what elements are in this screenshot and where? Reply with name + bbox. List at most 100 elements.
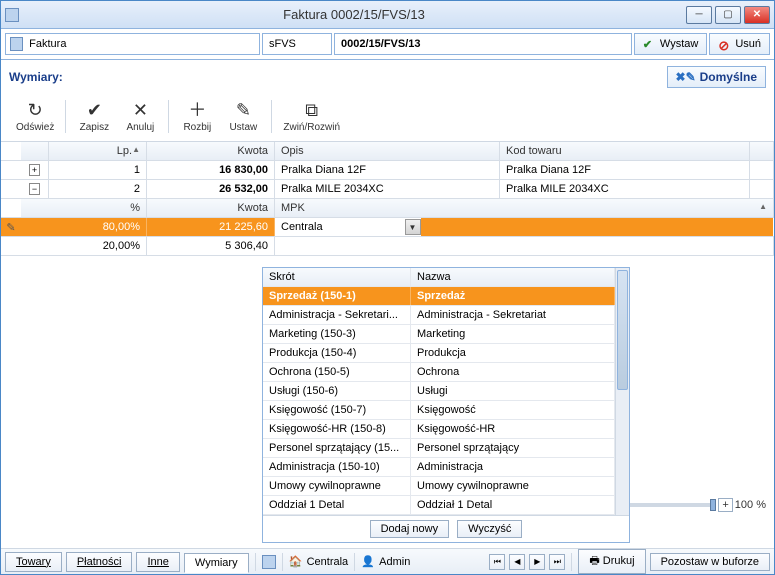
subcol-kwota[interactable]: Kwota	[147, 199, 275, 217]
save-button[interactable]: ✔ Zapisz	[74, 98, 114, 135]
dropdown-item[interactable]: Księgowość-HR (150-8)Księgowość-HR	[263, 420, 615, 439]
subcol-pct[interactable]: %	[21, 199, 147, 217]
cell-kwota: 26 532,00	[147, 180, 275, 198]
dd-item-nazwa: Administracja - Sekretariat	[411, 306, 615, 324]
minimize-button[interactable]: ─	[686, 6, 712, 24]
nav-last-button[interactable]: ⏭	[549, 554, 565, 570]
series-field[interactable]	[262, 33, 332, 55]
subgrid-row[interactable]: ✎ 80,00% 21 225,60 Centrala ▼	[1, 218, 774, 237]
dropdown-scrollbar[interactable]	[615, 268, 629, 515]
collapse-label: Zwiń/Rozwiń	[283, 122, 340, 133]
delete-button[interactable]: ⊘ Usuń	[709, 33, 770, 55]
dropdown-item[interactable]: Oddział 1 DetalOddział 1 Detal	[263, 496, 615, 515]
printer-icon: 🖶	[589, 555, 599, 567]
dropdown-item[interactable]: Księgowość (150-7)Księgowość	[263, 401, 615, 420]
tab-towary[interactable]: Towary	[5, 552, 62, 572]
plus-icon: ＋	[188, 100, 206, 120]
set-button[interactable]: ✎ Ustaw	[223, 98, 263, 135]
sort-arrow-icon: ▲	[132, 145, 140, 154]
zoom-in-button[interactable]: +	[718, 498, 732, 512]
doc-type-field[interactable]	[5, 33, 260, 55]
save-label: Zapisz	[80, 122, 109, 133]
nav-first-button[interactable]: ⏮	[489, 554, 505, 570]
dd-item-skrot: Księgowość (150-7)	[263, 401, 411, 419]
col-kwota[interactable]: Kwota	[147, 142, 275, 160]
grid-header: Lp.▲ Kwota Opis Kod towaru	[1, 142, 774, 161]
nav-prev-button[interactable]: ◀	[509, 554, 525, 570]
expand-toggle[interactable]: −	[21, 180, 49, 198]
table-row[interactable]: − 2 26 532,00 Pralka MILE 2034XC Pralka …	[1, 180, 774, 199]
buffer-button[interactable]: Pozostaw w buforze	[650, 553, 770, 571]
number-input[interactable]	[339, 37, 627, 51]
tab-platnosci[interactable]: Płatności	[66, 552, 133, 572]
section-header: Wymiary: ✖✎ Domyślne	[1, 60, 774, 94]
dd-item-nazwa: Administracja	[411, 458, 615, 476]
org-icon: 🏠	[289, 555, 303, 569]
collapse-button[interactable]: ⧉ Zwiń/Rozwiń	[280, 98, 343, 135]
dropdown-toggle[interactable]: ▼	[405, 219, 421, 235]
dd-item-skrot: Personel sprzątający (15...	[263, 439, 411, 457]
titlebar: Faktura 0002/15/FVS/13 ─ ▢ ✕	[1, 1, 774, 29]
checkmark-icon: ✔	[87, 100, 102, 120]
dropdown-item[interactable]: Administracja (150-10)Administracja	[263, 458, 615, 477]
dd-col-nazwa[interactable]: Nazwa	[411, 268, 615, 286]
dd-item-nazwa: Umowy cywilnoprawne	[411, 477, 615, 495]
dd-item-skrot: Marketing (150-3)	[263, 325, 411, 343]
scrollbar-thumb[interactable]	[617, 270, 628, 390]
dd-item-skrot: Umowy cywilnoprawne	[263, 477, 411, 495]
dropdown-item[interactable]: Administracja - Sekretari...Administracj…	[263, 306, 615, 325]
zoom-slider[interactable]	[626, 503, 716, 507]
dd-col-skrot[interactable]: Skrót	[263, 268, 411, 286]
tab-wymiary[interactable]: Wymiary	[184, 553, 249, 573]
close-button[interactable]: ✕	[744, 6, 770, 24]
mpk-value: Centrala	[275, 218, 405, 236]
maximize-button[interactable]: ▢	[715, 6, 741, 24]
dd-item-skrot: Księgowość-HR (150-8)	[263, 420, 411, 438]
cell-lp: 1	[49, 161, 147, 179]
cancel-button[interactable]: ✕ Anuluj	[120, 98, 160, 135]
subgrid-row[interactable]: 20,00% 5 306,40	[1, 237, 774, 256]
subcol-mpk[interactable]: MPK▲	[275, 199, 774, 217]
clear-button[interactable]: Wyczyść	[457, 520, 522, 538]
zoom-control[interactable]: − + 100 %	[610, 498, 766, 512]
zoom-value: 100 %	[735, 499, 766, 511]
dropdown-item[interactable]: Sprzedaż (150-1)Sprzedaż	[263, 287, 615, 306]
org-label: Centrala	[307, 556, 349, 568]
mpk-dropdown: Skrót Nazwa Sprzedaż (150-1)SprzedażAdmi…	[262, 267, 630, 543]
dropdown-item[interactable]: Ochrona (150-5)Ochrona	[263, 363, 615, 382]
section-title: Wymiary:	[9, 70, 63, 84]
table-row[interactable]: + 1 16 830,00 Pralka Diana 12F Pralka Di…	[1, 161, 774, 180]
doc-type-input[interactable]	[27, 37, 255, 51]
refresh-label: Odśwież	[16, 122, 54, 133]
series-input[interactable]	[267, 37, 327, 51]
col-opis[interactable]: Opis	[275, 142, 500, 160]
delete-button-label: Usuń	[735, 38, 761, 50]
dropdown-item[interactable]: Umowy cywilnoprawneUmowy cywilnoprawne	[263, 477, 615, 496]
refresh-button[interactable]: ↻ Odśwież	[13, 98, 57, 135]
split-button[interactable]: ＋ Rozbij	[177, 98, 217, 135]
dropdown-item[interactable]: Usługi (150-6)Usługi	[263, 382, 615, 401]
number-field[interactable]	[334, 33, 632, 55]
dd-item-skrot: Administracja (150-10)	[263, 458, 411, 476]
nav-next-button[interactable]: ▶	[529, 554, 545, 570]
cell-kwota: 21 225,60	[147, 218, 275, 236]
mpk-cell[interactable]: Centrala ▼	[275, 218, 774, 236]
dropdown-item[interactable]: Produkcja (150-4)Produkcja	[263, 344, 615, 363]
document-small-icon	[262, 555, 276, 569]
col-kod[interactable]: Kod towaru	[500, 142, 750, 160]
expand-toggle[interactable]: +	[21, 161, 49, 179]
dropdown-item[interactable]: Marketing (150-3)Marketing	[263, 325, 615, 344]
add-new-button[interactable]: Dodaj nowy	[370, 520, 449, 538]
document-icon	[10, 37, 23, 51]
print-button[interactable]: 🖶 Drukuj	[578, 549, 645, 574]
dd-item-skrot: Ochrona (150-5)	[263, 363, 411, 381]
default-button[interactable]: ✖✎ Domyślne	[667, 66, 766, 88]
dropdown-item[interactable]: Personel sprzątający (15...Personel sprz…	[263, 439, 615, 458]
cell-opis: Pralka MILE 2034XC	[275, 180, 500, 198]
tab-inne[interactable]: Inne	[136, 552, 179, 572]
wrench-icon: ✖✎	[676, 70, 696, 84]
issue-button[interactable]: ✔ Wystaw	[634, 33, 707, 55]
dd-item-nazwa: Oddział 1 Detal	[411, 496, 615, 514]
document-header: ✔ Wystaw ⊘ Usuń	[1, 29, 774, 60]
col-lp[interactable]: Lp.▲	[49, 142, 147, 160]
